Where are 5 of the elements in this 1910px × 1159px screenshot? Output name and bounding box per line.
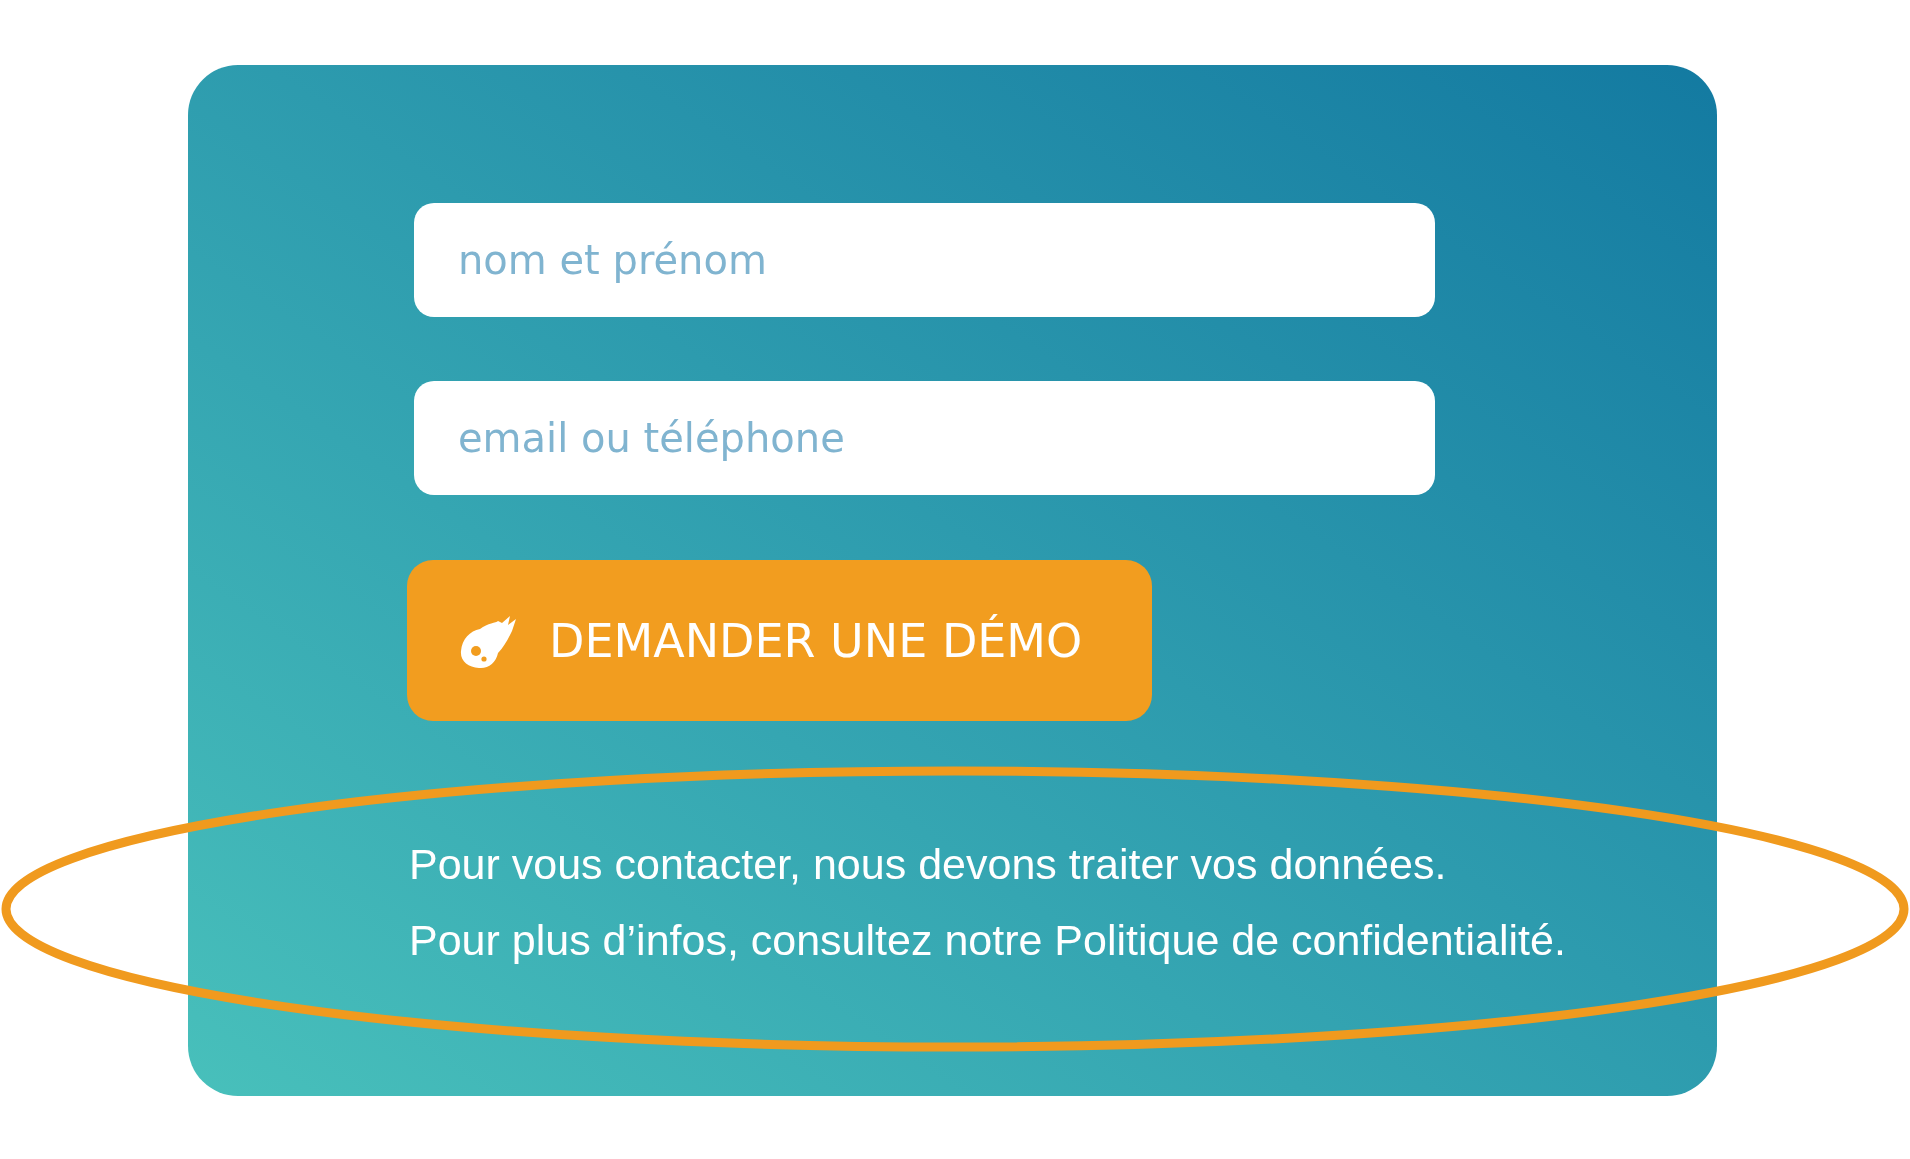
input-field[interactable]: email ou téléphone [414, 381, 1435, 495]
privacy-notice-text: Pour vous contacter, nous devons traiter vos données. [409, 839, 1448, 890]
input-field[interactable]: nom et prénom [414, 203, 1435, 317]
privacy-notice-text: Pour plus d’infos, consultez notre Politique de confidentialité. [409, 915, 1567, 966]
demo-request-button[interactable]: DEMANDER UNE DÉMO [407, 560, 1152, 721]
